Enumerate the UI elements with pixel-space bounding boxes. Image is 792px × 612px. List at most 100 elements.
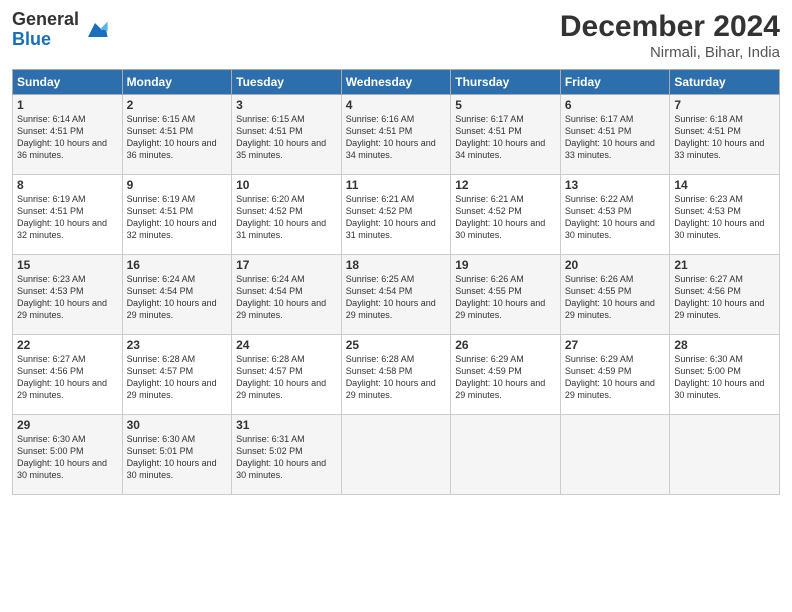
day-number: 21 [674,258,775,272]
day-info: Sunrise: 6:19 AMSunset: 4:51 PMDaylight:… [127,194,217,240]
header: General Blue December 2024 Nirmali, Biha… [12,10,780,61]
day-cell-20: 20 Sunrise: 6:26 AMSunset: 4:55 PMDayligh… [560,255,670,335]
day-info: Sunrise: 6:24 AMSunset: 4:54 PMDaylight:… [236,274,326,320]
day-cell-18: 18 Sunrise: 6:25 AMSunset: 4:54 PMDayligh… [341,255,451,335]
day-number: 11 [346,178,447,192]
day-number: 2 [127,98,228,112]
day-info: Sunrise: 6:28 AMSunset: 4:57 PMDaylight:… [127,354,217,400]
day-header-wednesday: Wednesday [341,70,451,95]
day-cell-9: 9 Sunrise: 6:19 AMSunset: 4:51 PMDaylight… [122,175,232,255]
day-info: Sunrise: 6:29 AMSunset: 4:59 PMDaylight:… [455,354,545,400]
day-cell-16: 16 Sunrise: 6:24 AMSunset: 4:54 PMDayligh… [122,255,232,335]
day-cell-21: 21 Sunrise: 6:27 AMSunset: 4:56 PMDayligh… [670,255,780,335]
day-info: Sunrise: 6:18 AMSunset: 4:51 PMDaylight:… [674,114,764,160]
day-info: Sunrise: 6:23 AMSunset: 4:53 PMDaylight:… [674,194,764,240]
day-cell-13: 13 Sunrise: 6:22 AMSunset: 4:53 PMDayligh… [560,175,670,255]
week-row-5: 29Sunrise: 6:30 AMSunset: 5:00 PMDayligh… [13,415,780,495]
day-cell-2: 2 Sunrise: 6:15 AMSunset: 4:51 PMDaylight… [122,95,232,175]
day-number: 8 [17,178,118,192]
day-number: 19 [455,258,556,272]
day-cell-10: 10 Sunrise: 6:20 AMSunset: 4:52 PMDayligh… [232,175,342,255]
day-info: Sunrise: 6:26 AMSunset: 4:55 PMDaylight:… [565,274,655,320]
day-info: Sunrise: 6:22 AMSunset: 4:53 PMDaylight:… [565,194,655,240]
day-number: 16 [127,258,228,272]
day-cell-19: 19 Sunrise: 6:26 AMSunset: 4:55 PMDayligh… [451,255,561,335]
logo-text-block: General Blue [12,10,109,50]
day-info: Sunrise: 6:24 AMSunset: 4:54 PMDaylight:… [127,274,217,320]
title-block: December 2024 Nirmali, Bihar, India [560,10,780,61]
day-number: 1 [17,98,118,112]
day-info: Sunrise: 6:15 AMSunset: 4:51 PMDaylight:… [127,114,217,160]
day-info: Sunrise: 6:30 AMSunset: 5:00 PMDaylight:… [674,354,764,400]
day-cell-25: 25Sunrise: 6:28 AMSunset: 4:58 PMDayligh… [341,335,451,415]
day-info: Sunrise: 6:28 AMSunset: 4:58 PMDaylight:… [346,354,436,400]
day-cell-17: 17 Sunrise: 6:24 AMSunset: 4:54 PMDayligh… [232,255,342,335]
day-info: Sunrise: 6:27 AMSunset: 4:56 PMDaylight:… [674,274,764,320]
day-number: 15 [17,258,118,272]
day-number: 13 [565,178,666,192]
week-row-4: 22Sunrise: 6:27 AMSunset: 4:56 PMDayligh… [13,335,780,415]
day-cell-8: 8Sunrise: 6:19 AMSunset: 4:51 PMDaylight… [13,175,123,255]
day-number: 30 [127,418,228,432]
day-number: 12 [455,178,556,192]
day-cell-22: 22Sunrise: 6:27 AMSunset: 4:56 PMDayligh… [13,335,123,415]
day-info: Sunrise: 6:16 AMSunset: 4:51 PMDaylight:… [346,114,436,160]
day-cell-24: 24Sunrise: 6:28 AMSunset: 4:57 PMDayligh… [232,335,342,415]
day-number: 31 [236,418,337,432]
week-row-2: 8 Sunrise: 6:19 AMSunset: 4:51 PMDaylight… [13,175,780,255]
month-title: December 2024 [560,10,780,44]
day-header-friday: Friday [560,70,670,95]
day-header-tuesday: Tuesday [232,70,342,95]
day-info: Sunrise: 6:25 AMSunset: 4:54 PMDaylight:… [346,274,436,320]
day-info: Sunrise: 6:23 AMSunset: 4:53 PMDaylight:… [17,274,107,320]
day-cell-6: 6Sunrise: 6:17 AMSunset: 4:51 PMDaylight… [560,95,670,175]
day-cell-7: 7 Sunrise: 6:18 AMSunset: 4:51 PMDaylight… [670,95,780,175]
day-number: 3 [236,98,337,112]
day-number: 5 [455,98,556,112]
day-info: Sunrise: 6:21 AMSunset: 4:52 PMDaylight:… [455,194,545,240]
day-number: 7 [674,98,775,112]
day-number: 17 [236,258,337,272]
day-number: 22 [17,338,118,352]
header-row: SundayMondayTuesdayWednesdayThursdayFrid… [13,70,780,95]
day-cell-23: 23Sunrise: 6:28 AMSunset: 4:57 PMDayligh… [122,335,232,415]
day-number: 18 [346,258,447,272]
day-number: 4 [346,98,447,112]
day-info: Sunrise: 6:26 AMSunset: 4:55 PMDaylight:… [455,274,545,320]
day-cell-29: 29Sunrise: 6:30 AMSunset: 5:00 PMDayligh… [13,415,123,495]
day-header-saturday: Saturday [670,70,780,95]
day-number: 20 [565,258,666,272]
day-info: Sunrise: 6:20 AMSunset: 4:52 PMDaylight:… [236,194,326,240]
empty-cell [451,415,561,495]
day-info: Sunrise: 6:17 AMSunset: 4:51 PMDaylight:… [455,114,545,160]
day-cell-26: 26 Sunrise: 6:29 AMSunset: 4:59 PMDayligh… [451,335,561,415]
day-info: Sunrise: 6:28 AMSunset: 4:57 PMDaylight:… [236,354,326,400]
day-info: Sunrise: 6:14 AMSunset: 4:51 PMDaylight:… [17,114,107,160]
calendar-table: SundayMondayTuesdayWednesdayThursdayFrid… [12,69,780,495]
day-cell-15: 15 Sunrise: 6:23 AMSunset: 4:53 PMDayligh… [13,255,123,335]
logo: General Blue [12,10,109,50]
day-number: 10 [236,178,337,192]
day-cell-31: 31Sunrise: 6:31 AMSunset: 5:02 PMDayligh… [232,415,342,495]
day-info: Sunrise: 6:21 AMSunset: 4:52 PMDaylight:… [346,194,436,240]
week-row-3: 15 Sunrise: 6:23 AMSunset: 4:53 PMDayligh… [13,255,780,335]
day-number: 14 [674,178,775,192]
day-cell-3: 3Sunrise: 6:15 AMSunset: 4:51 PMDaylight… [232,95,342,175]
logo-icon [81,16,109,44]
logo-general: General [12,9,79,29]
empty-cell [670,415,780,495]
day-cell-27: 27Sunrise: 6:29 AMSunset: 4:59 PMDayligh… [560,335,670,415]
week-row-1: 1 Sunrise: 6:14 AMSunset: 4:51 PMDaylight… [13,95,780,175]
empty-cell [341,415,451,495]
day-cell-1: 1 Sunrise: 6:14 AMSunset: 4:51 PMDaylight… [13,95,123,175]
main-container: General Blue December 2024 Nirmali, Biha… [0,0,792,503]
day-info: Sunrise: 6:29 AMSunset: 4:59 PMDaylight:… [565,354,655,400]
day-number: 29 [17,418,118,432]
day-number: 26 [455,338,556,352]
day-header-thursday: Thursday [451,70,561,95]
day-cell-14: 14 Sunrise: 6:23 AMSunset: 4:53 PMDayligh… [670,175,780,255]
day-number: 9 [127,178,228,192]
logo-label: General Blue [12,10,79,50]
day-cell-12: 12 Sunrise: 6:21 AMSunset: 4:52 PMDayligh… [451,175,561,255]
day-header-monday: Monday [122,70,232,95]
